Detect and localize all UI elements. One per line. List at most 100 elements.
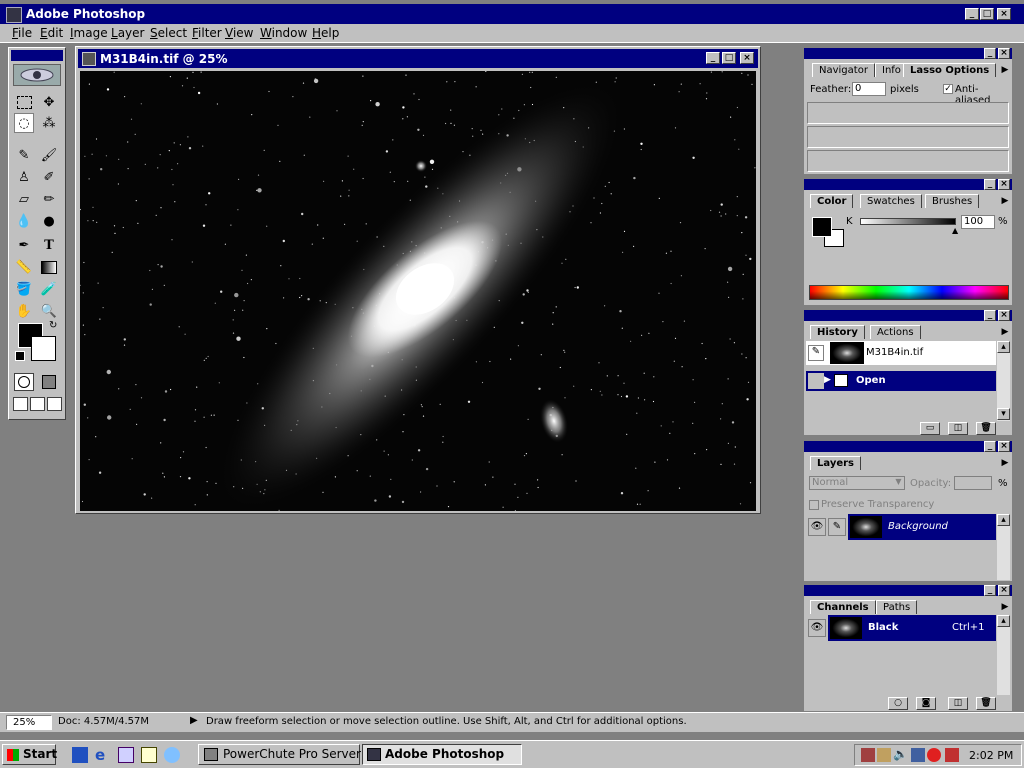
paint-bucket-tool[interactable]: 🪣: [14, 279, 34, 299]
paintbrush-tool[interactable]: 🖌: [39, 145, 59, 165]
standard-mode-button[interactable]: [14, 373, 34, 391]
tab-swatches[interactable]: Swatches: [860, 194, 922, 208]
lasso-tool[interactable]: ◌: [14, 113, 34, 133]
tray-power-icon[interactable]: [945, 748, 959, 762]
quicklaunch-desktop-icon[interactable]: [72, 747, 88, 763]
menu-help[interactable]: Help: [312, 24, 339, 42]
magic-wand-tool[interactable]: ⁂: [39, 113, 59, 133]
lasso-palette-menu-icon[interactable]: ▶: [1000, 63, 1010, 77]
layer-visibility-eye-icon[interactable]: 👁: [808, 518, 826, 536]
channel-row-black[interactable]: 👁 Black Ctrl+1: [806, 615, 996, 641]
quick-mask-mode-button[interactable]: [39, 373, 59, 391]
history-brush-tool[interactable]: ✐: [39, 167, 59, 187]
tray-antivirus-icon[interactable]: [927, 748, 941, 762]
tab-channels[interactable]: Channels: [810, 600, 876, 614]
color-spectrum-bar[interactable]: [809, 285, 1009, 300]
move-tool[interactable]: ✥: [39, 92, 59, 112]
gradient-tool[interactable]: [39, 257, 59, 277]
history-state-row[interactable]: ▶ Open: [806, 371, 996, 391]
history-scroll-down[interactable]: ▾: [997, 408, 1010, 420]
menu-filter[interactable]: Filter: [192, 24, 222, 42]
channels-palette-minimize-button[interactable]: _: [984, 585, 996, 596]
minimize-button[interactable]: _: [965, 8, 979, 20]
history-palette-titlebar[interactable]: _ ×: [804, 310, 1012, 321]
antialiased-checkbox[interactable]: ✓: [943, 84, 953, 94]
tray-network-icon[interactable]: [861, 748, 875, 762]
default-colors-icon[interactable]: [15, 351, 25, 361]
history-brush-source-icon[interactable]: ✎: [808, 345, 824, 361]
history-palette-minimize-button[interactable]: _: [984, 310, 996, 321]
tab-layers[interactable]: Layers: [810, 456, 861, 470]
lasso-palette-close-button[interactable]: ×: [998, 48, 1010, 59]
type-tool[interactable]: T: [39, 235, 59, 255]
color-palette-minimize-button[interactable]: _: [984, 179, 996, 190]
save-selection-channel-button[interactable]: ◙: [916, 697, 936, 710]
adobe-eye-logo[interactable]: [13, 64, 61, 86]
feather-input[interactable]: 0: [852, 82, 886, 96]
tray-volume-icon[interactable]: 🔈: [893, 747, 908, 761]
history-scroll-up[interactable]: ▴: [997, 341, 1010, 353]
background-color-swatch[interactable]: [31, 336, 56, 361]
quicklaunch-outlook-icon[interactable]: [118, 747, 134, 763]
tab-lasso-options[interactable]: Lasso Options: [903, 63, 997, 77]
dodge-tool[interactable]: ●: [39, 211, 59, 231]
blur-tool[interactable]: 💧: [14, 211, 34, 231]
eyedropper-tool[interactable]: 🧪: [39, 279, 59, 299]
history-snapshot-row[interactable]: ✎ M31B4in.tif: [806, 341, 996, 365]
opacity-input[interactable]: [954, 476, 992, 490]
doc-maximize-button[interactable]: □: [722, 52, 736, 64]
tab-history[interactable]: History: [810, 325, 865, 339]
layers-palette-minimize-button[interactable]: _: [984, 441, 996, 452]
taskbar-powerchute-button[interactable]: PowerChute Pro Server: [198, 744, 361, 765]
screen-mode-full-button[interactable]: [47, 397, 62, 411]
menu-layer[interactable]: Layer: [111, 24, 144, 42]
photoshop-app-icon[interactable]: [6, 7, 22, 23]
menu-edit[interactable]: Edit: [40, 24, 63, 42]
layers-palette-close-button[interactable]: ×: [998, 441, 1010, 452]
eraser-tool[interactable]: ▱: [14, 189, 34, 209]
menu-window[interactable]: Window: [260, 24, 307, 42]
doc-minimize-button[interactable]: _: [706, 52, 720, 64]
preserve-transparency-checkbox[interactable]: [809, 500, 819, 510]
document-icon[interactable]: [82, 52, 96, 66]
tray-monitor-icon[interactable]: [911, 748, 925, 762]
layers-palette-menu-icon[interactable]: ▶: [1000, 456, 1010, 470]
tab-brushes[interactable]: Brushes: [925, 194, 980, 208]
quicklaunch-channel-icon[interactable]: [164, 747, 180, 763]
swap-colors-icon[interactable]: ↻: [49, 320, 57, 331]
color-palette-titlebar[interactable]: _ ×: [804, 179, 1012, 190]
history-state-brush-slot[interactable]: [808, 373, 824, 389]
color-fg-swatch[interactable]: [812, 217, 832, 237]
quicklaunch-ie-icon[interactable]: e: [95, 746, 105, 764]
k-slider-thumb[interactable]: ▲: [952, 226, 958, 235]
marquee-tool[interactable]: [14, 92, 34, 112]
pen-tool[interactable]: ✒: [14, 235, 34, 255]
close-button[interactable]: ×: [997, 8, 1011, 20]
hand-tool[interactable]: ✋: [14, 301, 34, 321]
document-titlebar[interactable]: M31B4in.tif @ 25% _ □ ×: [78, 49, 758, 68]
channels-scrollbar[interactable]: ▴: [997, 615, 1010, 695]
tab-navigator[interactable]: Navigator: [812, 63, 875, 77]
blend-mode-dropdown-icon[interactable]: ▼: [893, 477, 904, 489]
doc-close-button[interactable]: ×: [740, 52, 754, 64]
channels-palette-titlebar[interactable]: _ ×: [804, 585, 1012, 596]
menu-file[interactable]: File: [12, 24, 32, 42]
load-channel-selection-button[interactable]: ○: [888, 697, 908, 710]
color-palette-menu-icon[interactable]: ▶: [1000, 194, 1010, 208]
start-button[interactable]: Start: [2, 744, 57, 765]
k-value-input[interactable]: 100: [961, 215, 995, 229]
delete-channel-button[interactable]: 🗑: [976, 697, 996, 710]
lasso-palette-minimize-button[interactable]: _: [984, 48, 996, 59]
screen-mode-full-menu-button[interactable]: [30, 397, 45, 411]
new-snapshot-button[interactable]: ◫: [948, 422, 968, 435]
layer-row-background[interactable]: 👁 ✎ Background: [806, 514, 996, 540]
toolbox-titlebar[interactable]: [11, 50, 63, 61]
tab-actions[interactable]: Actions: [870, 325, 921, 339]
delete-state-button[interactable]: 🗑: [976, 422, 996, 435]
k-slider-track[interactable]: [860, 218, 956, 225]
channel-visibility-eye-icon[interactable]: 👁: [808, 619, 826, 637]
menu-image[interactable]: Image: [70, 24, 108, 42]
pencil-tool[interactable]: ✏: [39, 189, 59, 209]
history-palette-menu-icon[interactable]: ▶: [1000, 325, 1010, 339]
zoom-level-field[interactable]: 25%: [6, 715, 52, 730]
